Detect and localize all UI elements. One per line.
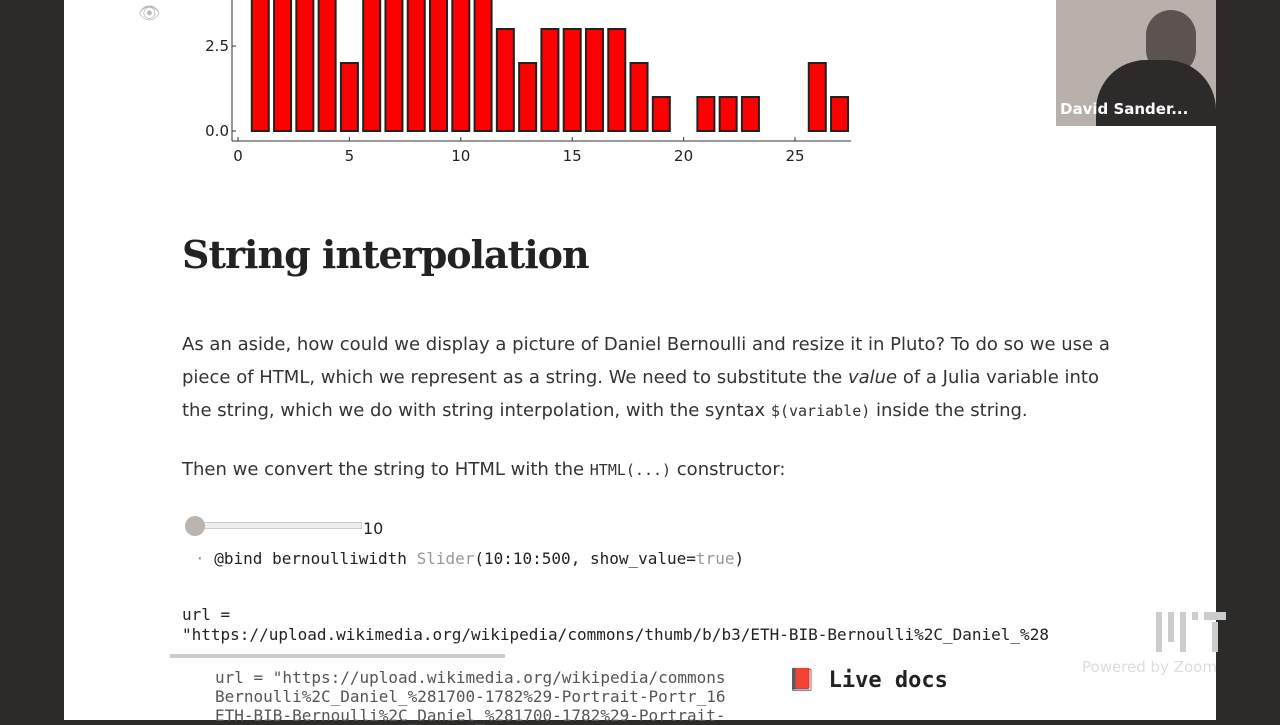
bar [451, 0, 471, 132]
x-tick-label: 20 [674, 147, 693, 165]
bar [339, 62, 359, 132]
bar [629, 62, 649, 132]
bar [607, 28, 627, 132]
bar [807, 62, 827, 132]
slider-cell-code[interactable]: · @bind bernoulliwidth Slider(10:10:500,… [195, 549, 744, 568]
participant-name: David Sander... [1060, 100, 1189, 118]
live-docs-button[interactable]: 📕 Live docs [788, 668, 948, 693]
bar [584, 28, 604, 132]
y-tick-label: 0.0 [205, 122, 229, 140]
y-tick-label: 2.5 [205, 37, 229, 55]
bar [495, 28, 515, 132]
bar [830, 96, 850, 132]
url-output-value: "https://upload.wikimedia.org/wikipedia/… [182, 625, 1049, 644]
bar [273, 0, 293, 132]
bar [250, 0, 270, 132]
bar [540, 28, 560, 132]
mit-logo [1156, 612, 1226, 652]
participant-video: David Sander... [1056, 0, 1216, 126]
x-tick-label: 15 [563, 147, 582, 165]
url-output-label: url = [182, 605, 231, 624]
section-title: String interpolation [182, 232, 590, 277]
bar [518, 62, 538, 132]
x-tick-label: 5 [345, 147, 355, 165]
bar [651, 96, 671, 132]
bar [362, 0, 382, 132]
bar [718, 96, 738, 132]
bar [384, 0, 404, 132]
bar [696, 96, 716, 132]
bar-chart: 0 5 10 15 20 25 0.0 2.5 [205, 0, 851, 165]
bernoulli-width-slider[interactable] [185, 516, 362, 536]
x-tick-label: 25 [785, 147, 804, 165]
bar [295, 0, 315, 132]
bar [317, 0, 337, 132]
x-tick-label: 10 [451, 147, 470, 165]
bar [740, 96, 760, 132]
zoom-watermark: Powered by Zoom [1082, 658, 1217, 676]
bar [429, 0, 449, 132]
bar [473, 0, 493, 132]
paragraph-1: As an aside, how could we display a pict… [182, 334, 1110, 421]
slider-thumb[interactable] [185, 516, 205, 536]
paragraph-2: Then we convert the string to HTML with … [182, 459, 786, 480]
live-docs-icon: 📕 [788, 668, 816, 693]
slider-value: 10 [363, 519, 384, 538]
bar [562, 28, 582, 132]
bar [406, 0, 426, 132]
url-cell-code[interactable]: url = "https://upload.wikimedia.org/wiki… [215, 668, 767, 725]
horizontal-scrollbar[interactable] [170, 654, 505, 658]
x-tick-label: 0 [233, 147, 243, 165]
